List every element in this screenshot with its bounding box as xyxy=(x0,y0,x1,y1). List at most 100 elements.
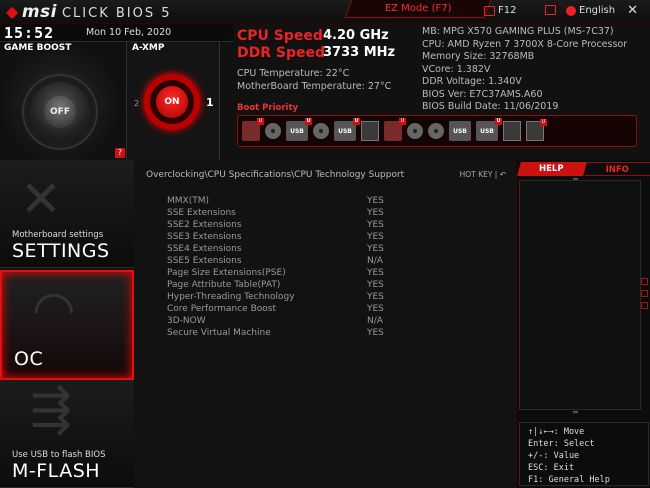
list-item[interactable]: SSE3 Extensions YES xyxy=(167,231,407,243)
item-name: SSE3 Extensions xyxy=(167,232,242,242)
list-item[interactable]: Page Size Extensions(PSE) YES xyxy=(167,267,407,279)
list-item[interactable]: SSE Extensions YES xyxy=(167,207,407,219)
boot-device-net-icon[interactable]: U xyxy=(526,119,547,141)
help-panel: HELP INFO ═ ═ ↑|↓←→: Move Enter: Select … xyxy=(516,160,650,488)
item-value: YES xyxy=(367,220,384,230)
clock-date: Mon 10 Feb, 2020 xyxy=(86,27,172,38)
tab-info[interactable]: INFO xyxy=(584,162,650,176)
search-button[interactable] xyxy=(545,5,556,15)
cpu-temperature: CPU Temperature: 22°C xyxy=(237,68,350,79)
top-bar: ◆ msi CLICK BIOS 5 EZ Mode (F7) F12 Englis… xyxy=(0,0,650,24)
ez-mode-button[interactable]: EZ Mode (F7) xyxy=(344,0,492,18)
item-value: YES xyxy=(367,196,384,206)
scroll-marker[interactable] xyxy=(641,290,648,297)
language-button[interactable]: English xyxy=(566,5,615,16)
boot-device-usb-icon[interactable]: USB U xyxy=(334,118,360,141)
game-boost-title: GAME BOOST xyxy=(4,43,72,53)
boot-device-hdd-icon[interactable]: U xyxy=(384,118,406,141)
item-name: Page Attribute Table(PAT) xyxy=(167,280,281,290)
list-item[interactable]: MMX(TM) YES xyxy=(167,195,407,207)
uefi-badge: U xyxy=(540,119,547,126)
tools-icon: ✕ xyxy=(20,170,62,228)
game-boost-panel: GAME BOOST OFF ? xyxy=(0,42,127,160)
cpu-tech-list: MMX(TM) YES SSE Extensions YES SSE2 Extensio… xyxy=(167,195,407,339)
item-name: SSE2 Extensions xyxy=(167,220,242,230)
boot-priority-title: Boot Priority xyxy=(237,103,299,113)
globe-icon xyxy=(566,5,576,16)
item-value: N/A xyxy=(367,256,383,266)
item-value: YES xyxy=(367,304,384,314)
item-value: YES xyxy=(367,280,384,290)
item-name: MMX(TM) xyxy=(167,196,209,206)
tab-help[interactable]: HELP xyxy=(517,162,587,176)
axmp-toggle[interactable]: ON xyxy=(156,86,188,118)
list-item[interactable]: Hyper-Threading Technology YES xyxy=(167,291,407,303)
boot-device-usb-icon[interactable]: USB U xyxy=(476,118,502,141)
clock-time: 15:52 xyxy=(4,24,55,42)
item-value: N/A xyxy=(367,316,383,326)
boot-device-hdd-icon[interactable]: U xyxy=(242,118,264,141)
item-name: Page Size Extensions(PSE) xyxy=(167,268,286,278)
item-value: YES xyxy=(367,244,384,254)
list-item[interactable]: SSE5 Extensions N/A xyxy=(167,255,407,267)
key-legend: ↑|↓←→: Move Enter: Select +/-: Value ESC… xyxy=(519,422,649,486)
item-name: Core Performance Boost xyxy=(167,304,276,314)
uefi-badge: U xyxy=(399,118,406,125)
cpu-speed-value: 4.20 GHz xyxy=(323,28,389,43)
game-boost-toggle[interactable]: OFF xyxy=(44,96,76,128)
axmp-dial[interactable]: ON xyxy=(144,74,200,130)
item-value: YES xyxy=(367,292,384,302)
boot-device-disc-icon[interactable] xyxy=(407,123,423,139)
list-item[interactable]: Secure Virtual Machine YES xyxy=(167,327,407,339)
help-icon[interactable]: ? xyxy=(115,148,125,158)
axmp-profile-2[interactable]: 2 xyxy=(134,99,139,108)
nav-oc[interactable]: ◠ OC xyxy=(0,270,134,380)
item-name: SSE5 Extensions xyxy=(167,256,242,266)
grip-bottom-icon[interactable]: ═ xyxy=(573,408,578,417)
list-item[interactable]: Page Attribute Table(PAT) YES xyxy=(167,279,407,291)
nav-settings[interactable]: ✕ Motherboard settings SETTINGS xyxy=(0,160,134,268)
help-tabs: HELP INFO xyxy=(517,162,650,176)
boot-device-disc-icon[interactable] xyxy=(428,123,444,139)
search-icon xyxy=(545,5,556,15)
list-item[interactable]: 3D-NOW N/A xyxy=(167,315,407,327)
back-icon[interactable]: ↶ xyxy=(500,170,506,179)
usb-icon: ⇶ xyxy=(30,380,72,438)
cpu-speed-row: CPU Speed 4.20 GHz xyxy=(237,28,389,44)
scroll-marker[interactable] xyxy=(641,278,648,285)
item-value: YES xyxy=(367,232,384,242)
axmp-profile-1[interactable]: 1 xyxy=(206,96,214,109)
item-name: Hyper-Threading Technology xyxy=(167,292,295,302)
boot-device-usb-icon[interactable]: USB xyxy=(449,121,471,141)
boot-device-disc-icon[interactable] xyxy=(313,123,329,139)
game-boost-knob[interactable]: OFF xyxy=(30,82,90,142)
uefi-badge: U xyxy=(353,118,360,125)
uefi-badge: U xyxy=(257,118,264,125)
boot-device-disc-icon[interactable] xyxy=(265,123,281,139)
list-item[interactable]: SSE4 Extensions YES xyxy=(167,243,407,255)
screenshot-button[interactable]: F12 xyxy=(484,5,516,16)
item-name: 3D-NOW xyxy=(167,316,206,326)
item-name: Secure Virtual Machine xyxy=(167,328,271,338)
nav-mflash[interactable]: ⇶ Use USB to flash BIOS M-FLASH xyxy=(0,380,134,488)
system-info: MB: MPG X570 GAMING PLUS (MS-7C37) CPU: … xyxy=(422,26,628,112)
axmp-panel: A-XMP 2 ON 1 xyxy=(128,42,220,160)
scroll-marker[interactable] xyxy=(641,302,648,309)
item-name: SSE Extensions xyxy=(167,208,236,218)
uefi-badge: U xyxy=(495,118,502,125)
boot-device-net-icon[interactable] xyxy=(361,121,379,141)
boot-device-net-icon[interactable] xyxy=(503,121,521,141)
dragon-icon: ◆ xyxy=(6,2,19,21)
hotkey-area[interactable]: HOT KEY | ↶ xyxy=(460,170,506,179)
list-item[interactable]: Core Performance Boost YES xyxy=(167,303,407,315)
clock-bar: 15:52 Mon 10 Feb, 2020 xyxy=(0,24,234,42)
list-item[interactable]: SSE2 Extensions YES xyxy=(167,219,407,231)
breadcrumb: Overclocking\CPU Specifications\CPU Tech… xyxy=(146,170,405,180)
mb-temperature: MotherBoard Temperature: 27°C xyxy=(237,81,392,92)
item-value: YES xyxy=(367,328,384,338)
boot-device-usb-icon[interactable]: USB U xyxy=(286,118,312,141)
msi-logo: ◆ msi CLICK BIOS 5 xyxy=(6,2,172,22)
main-panel: Overclocking\CPU Specifications\CPU Tech… xyxy=(134,160,516,488)
close-button[interactable]: ✕ xyxy=(627,3,638,18)
ddr-speed-row: DDR Speed 3733 MHz xyxy=(237,45,396,61)
